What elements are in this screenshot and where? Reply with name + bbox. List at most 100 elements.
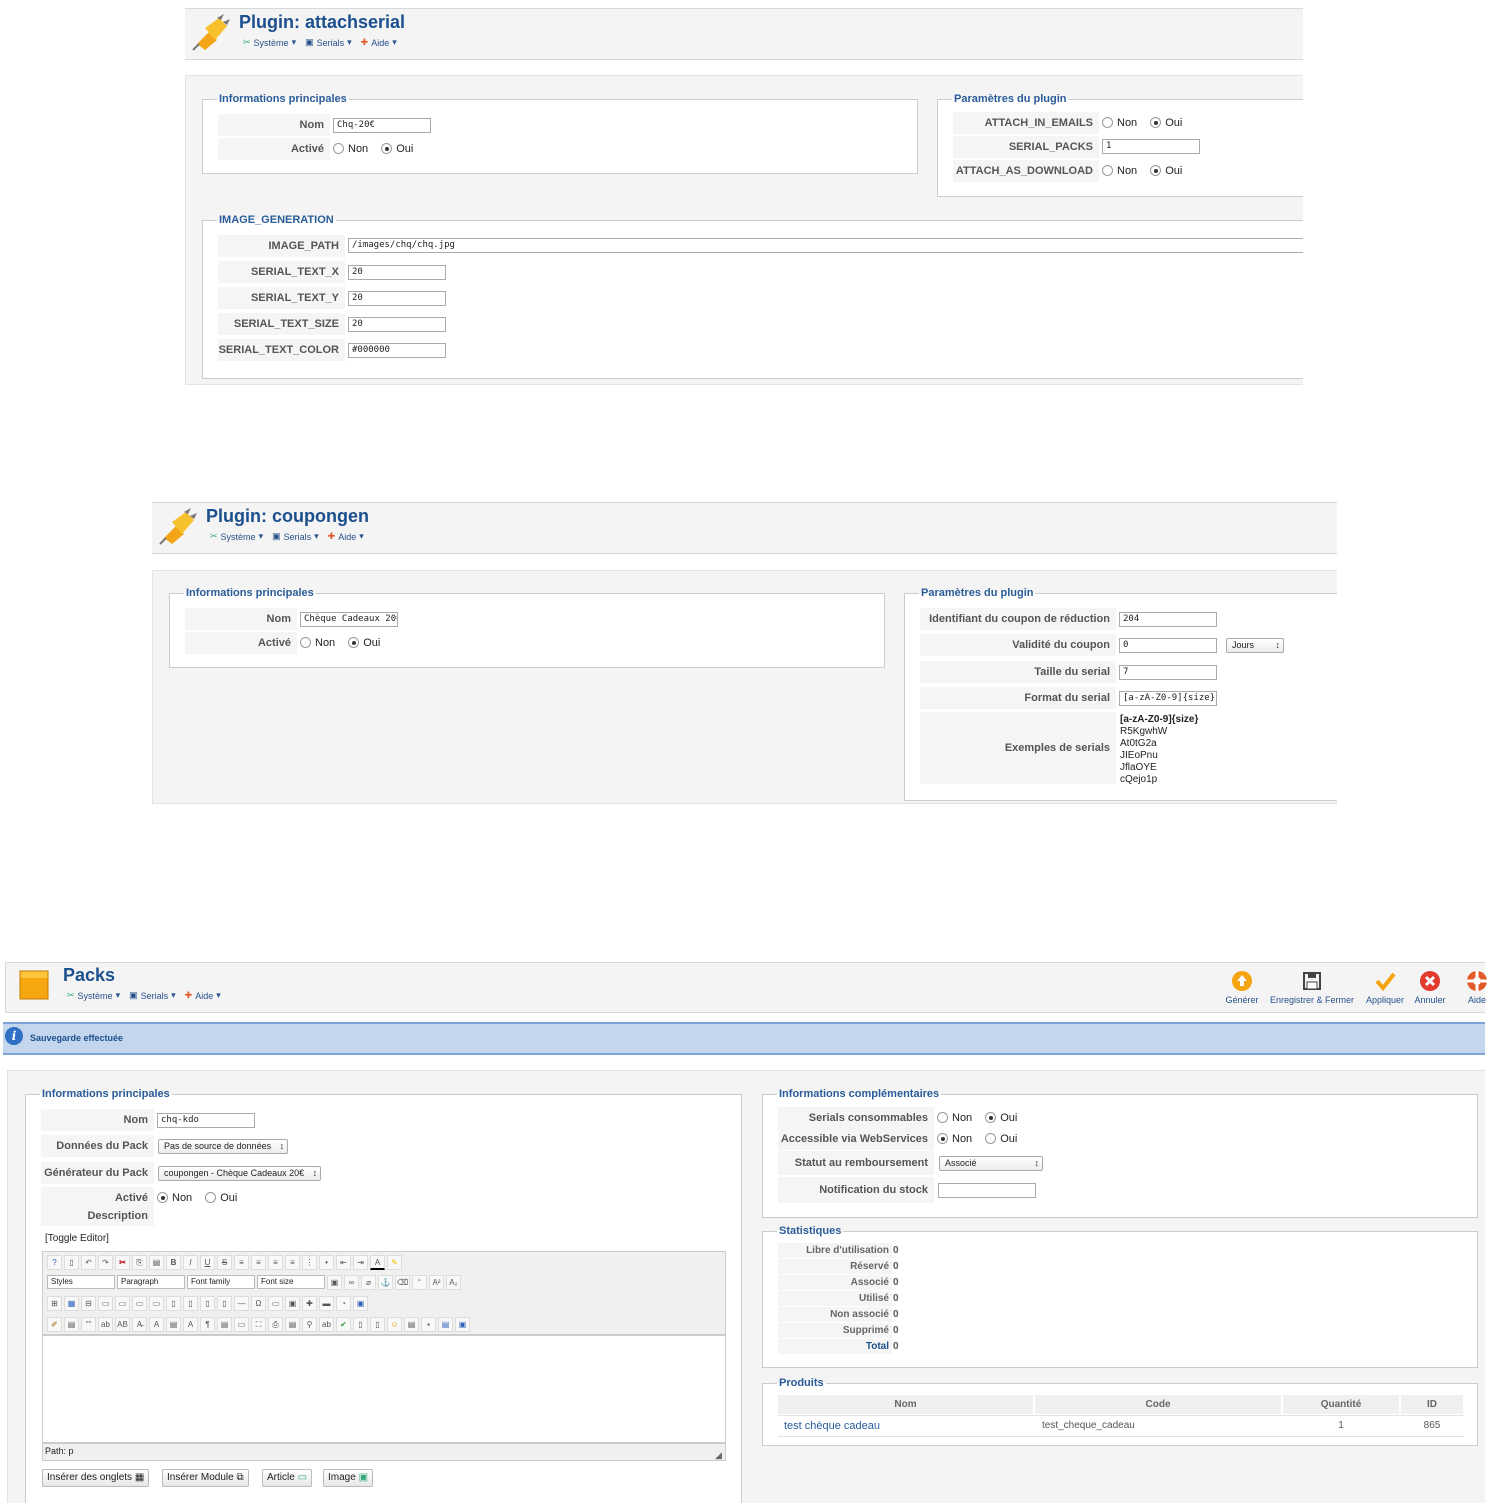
- find-icon[interactable]: ⚲: [302, 1316, 317, 1332]
- layer-icon[interactable]: ▭: [268, 1295, 283, 1311]
- row-props-icon[interactable]: ▭: [98, 1295, 113, 1311]
- menu-serials[interactable]: ▣ Serials ▾: [272, 531, 319, 542]
- serial-packs-input[interactable]: 1: [1102, 139, 1200, 154]
- text-color-icon[interactable]: A: [370, 1254, 385, 1270]
- non-radio[interactable]: [300, 636, 311, 648]
- align-right-icon[interactable]: ≡: [268, 1254, 283, 1270]
- underline-icon[interactable]: U: [200, 1254, 215, 1270]
- omega-icon[interactable]: Ω: [251, 1295, 266, 1311]
- non-radio[interactable]: [1102, 116, 1113, 128]
- resize-handle-icon[interactable]: ◢: [715, 1450, 722, 1461]
- inserer-module-button[interactable]: Insérer Module ⧉: [162, 1469, 249, 1487]
- emoticon-icon[interactable]: ☺: [387, 1316, 402, 1332]
- fullscreen-icon[interactable]: ⛶: [251, 1316, 266, 1332]
- generateur-select[interactable]: coupongen - Chèque Cadeaux 20€: [158, 1166, 322, 1181]
- non-radio[interactable]: [333, 142, 344, 154]
- readmore-icon[interactable]: ◔: [336, 1295, 351, 1311]
- media-icon[interactable]: ▣: [285, 1295, 300, 1311]
- rtl-icon[interactable]: ▯: [370, 1316, 385, 1332]
- merge-cell-icon[interactable]: ▯: [217, 1295, 232, 1311]
- ins-icon[interactable]: A: [149, 1316, 164, 1332]
- non-radio[interactable]: [1102, 164, 1113, 176]
- oui-radio[interactable]: [985, 1132, 997, 1144]
- validite-input[interactable]: 0: [1119, 638, 1217, 653]
- doc-icon[interactable]: ▤: [404, 1316, 419, 1332]
- notification-input[interactable]: [938, 1183, 1036, 1198]
- ltr-icon[interactable]: ▯: [353, 1316, 368, 1332]
- oui-radio[interactable]: [1150, 116, 1162, 128]
- del-icon[interactable]: A̶: [132, 1316, 147, 1332]
- oui-radio[interactable]: [205, 1191, 217, 1203]
- blockquote-icon[interactable]: ▤: [438, 1316, 453, 1332]
- pagebreak-icon[interactable]: ▬: [319, 1295, 334, 1311]
- print-icon[interactable]: ⎙: [268, 1316, 283, 1332]
- anchor-icon[interactable]: ⚓: [378, 1274, 393, 1290]
- replace-icon[interactable]: ab: [319, 1316, 334, 1332]
- eraser-icon[interactable]: ⌫: [395, 1274, 410, 1290]
- donnees-select[interactable]: Pas de source de données: [158, 1139, 289, 1154]
- validite-unit-select[interactable]: Jours: [1226, 638, 1284, 653]
- generer-button[interactable]: Générer: [1212, 970, 1272, 1005]
- table-props-icon[interactable]: ▦: [64, 1295, 79, 1311]
- menu-aide[interactable]: ✚ Aide ▾: [361, 37, 397, 48]
- serial-text-size-input[interactable]: 20: [348, 317, 446, 332]
- menu-systeme[interactable]: ✂ Système ▾: [210, 531, 263, 542]
- save-icon[interactable]: ▪: [421, 1316, 436, 1332]
- preview-icon[interactable]: ▤: [285, 1316, 300, 1332]
- format-input[interactable]: [a-zA-Z0-9]{size}: [1119, 691, 1217, 706]
- subscript-icon[interactable]: A₂: [446, 1274, 461, 1290]
- annuler-button[interactable]: Annuler: [1400, 970, 1460, 1005]
- spell-icon[interactable]: ✔: [336, 1316, 351, 1332]
- align-center-icon[interactable]: ≡: [251, 1254, 266, 1270]
- link-icon[interactable]: ∞: [344, 1274, 359, 1290]
- italic-icon[interactable]: I: [183, 1254, 198, 1270]
- menu-systeme[interactable]: ✂ Système ▾: [243, 37, 296, 48]
- serial-text-y-input[interactable]: 20: [348, 291, 446, 306]
- code-icon[interactable]: ▤: [64, 1316, 79, 1332]
- non-radio[interactable]: [937, 1111, 948, 1123]
- highlight-icon[interactable]: ✎: [387, 1254, 402, 1270]
- taille-input[interactable]: 7: [1119, 665, 1217, 680]
- bullet-list-icon[interactable]: •: [319, 1254, 334, 1270]
- delete-col-icon[interactable]: ▯: [183, 1295, 198, 1311]
- oui-radio[interactable]: [1150, 164, 1162, 176]
- serial-text-color-input[interactable]: #000000: [348, 343, 446, 358]
- spellchecker-icon[interactable]: A: [183, 1316, 198, 1332]
- coupon-id-input[interactable]: 204: [1119, 612, 1217, 627]
- editor-textarea[interactable]: [42, 1335, 726, 1443]
- nom-input[interactable]: Chèque Cadeaux 20€: [300, 612, 398, 627]
- styles-select[interactable]: Styles: [47, 1275, 115, 1289]
- abbr-icon[interactable]: ab: [98, 1316, 113, 1332]
- media2-icon[interactable]: ▣: [455, 1316, 470, 1332]
- serial-text-x-input[interactable]: 20: [348, 265, 446, 280]
- template-icon[interactable]: ▤: [217, 1316, 232, 1332]
- oui-radio[interactable]: [348, 636, 360, 648]
- anchor2-icon[interactable]: ✚: [302, 1295, 317, 1311]
- toggle-editor-link[interactable]: [Toggle Editor]: [45, 1233, 109, 1244]
- unlink-icon[interactable]: ⌀: [361, 1274, 376, 1290]
- align-left-icon[interactable]: ≡: [234, 1254, 249, 1270]
- menu-serials[interactable]: ▣ Serials ▾: [129, 990, 176, 1001]
- redo-icon[interactable]: ↷: [98, 1254, 113, 1270]
- menu-aide[interactable]: ✚ Aide ▾: [185, 990, 221, 1001]
- indent-icon[interactable]: ⇥: [353, 1254, 368, 1270]
- cut-icon[interactable]: ✂: [115, 1254, 130, 1270]
- font-family-select[interactable]: Font family: [187, 1275, 255, 1289]
- split-cell-icon[interactable]: ▯: [200, 1295, 215, 1311]
- pilcrow-icon[interactable]: ¶: [200, 1316, 215, 1332]
- align-justify-icon[interactable]: ≡: [285, 1254, 300, 1270]
- statut-select[interactable]: Associé: [939, 1156, 1043, 1171]
- oui-radio[interactable]: [381, 142, 393, 154]
- menu-serials[interactable]: ▣ Serials ▾: [305, 37, 352, 48]
- menu-systeme[interactable]: ✂ Système ▾: [67, 990, 120, 1001]
- cleanup-icon[interactable]: ✐: [47, 1316, 62, 1332]
- outdent-icon[interactable]: ⇤: [336, 1254, 351, 1270]
- nom-input[interactable]: chq-kdo: [157, 1113, 255, 1128]
- quote-icon[interactable]: “: [412, 1274, 427, 1290]
- insert-row-icon[interactable]: ▭: [132, 1295, 147, 1311]
- undo-icon[interactable]: ↶: [81, 1254, 96, 1270]
- acronym-icon[interactable]: AB: [115, 1316, 130, 1332]
- table-icon[interactable]: ⊞: [47, 1295, 62, 1311]
- image-path-input[interactable]: /images/chq/chq.jpg: [348, 238, 1303, 253]
- article-button[interactable]: Article ▭: [262, 1469, 313, 1487]
